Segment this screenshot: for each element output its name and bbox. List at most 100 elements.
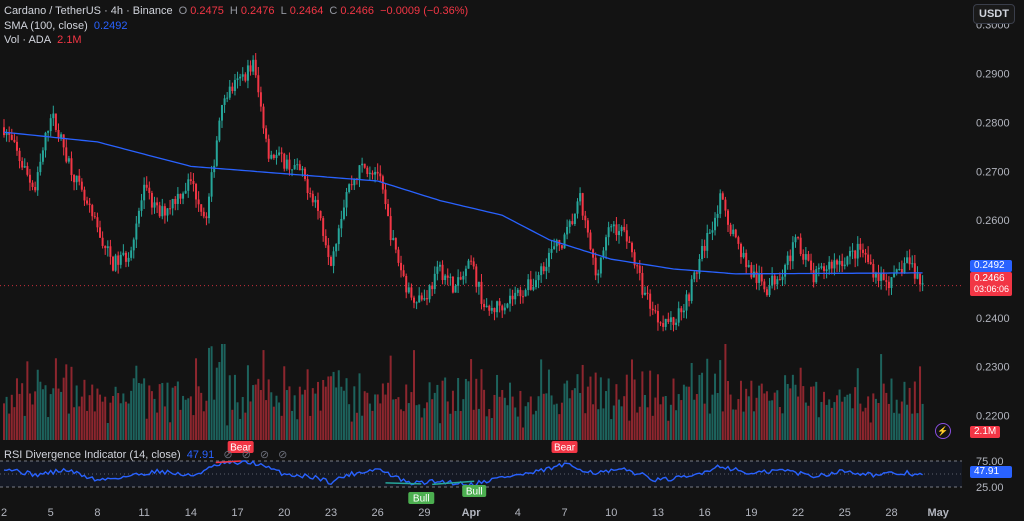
candle-body xyxy=(402,270,405,276)
volume-bar xyxy=(579,393,582,440)
candle-body xyxy=(599,257,602,274)
candle-body xyxy=(192,181,195,184)
chart-canvas[interactable]: 0.30000.29000.28000.27000.26000.24000.23… xyxy=(0,0,1024,521)
lightning-icon[interactable]: ⚡ xyxy=(935,423,951,439)
volume-bar xyxy=(688,386,691,440)
candle-body xyxy=(267,138,270,159)
volume-bar xyxy=(231,409,234,440)
candle-body xyxy=(496,301,499,313)
volume-bar xyxy=(919,366,922,440)
low-key: L xyxy=(280,5,287,17)
candle-body xyxy=(547,252,550,267)
volume-bar xyxy=(182,395,185,440)
volume-bar xyxy=(15,378,18,440)
volume-bar xyxy=(794,384,797,440)
volume-bar xyxy=(659,404,662,440)
candle-body xyxy=(527,279,530,291)
candle-body xyxy=(283,153,286,169)
candle-body xyxy=(519,289,522,297)
candle-body xyxy=(132,239,135,251)
candle-body xyxy=(667,318,670,322)
candle-body xyxy=(202,211,205,217)
volume-bar xyxy=(109,402,112,440)
volume-bar xyxy=(88,395,91,440)
volume-bar xyxy=(117,393,120,440)
candle-body xyxy=(522,296,524,298)
volume-bar xyxy=(441,380,444,440)
volume-bar xyxy=(877,403,880,440)
volume-bar xyxy=(366,392,369,440)
volume-bar xyxy=(446,401,449,440)
volume-bar xyxy=(547,369,550,440)
candle-body xyxy=(454,285,457,293)
candle-body xyxy=(10,134,13,140)
candle-body xyxy=(236,78,239,80)
volume-bar xyxy=(169,422,172,440)
candle-body xyxy=(470,260,473,262)
sma-legend[interactable]: SMA (100, close) 0.2492 xyxy=(4,20,130,32)
candle-body xyxy=(270,154,273,159)
volume-bar xyxy=(537,396,540,440)
candle-body xyxy=(716,213,719,218)
volume-bar xyxy=(643,394,646,440)
rsi-legend-value: 47.91 xyxy=(186,449,215,461)
volume-bar xyxy=(384,394,387,440)
candle-body xyxy=(436,266,439,274)
currency-button[interactable]: USDT xyxy=(973,4,1015,24)
candle-body xyxy=(835,260,838,265)
volume-bar xyxy=(524,406,527,440)
candle-body xyxy=(701,246,704,259)
volume-legend[interactable]: Vol · ADA 2.1M xyxy=(4,34,85,46)
candle-body xyxy=(690,279,693,301)
volume-bar xyxy=(908,387,911,440)
candle-body xyxy=(765,289,768,296)
candle-body xyxy=(150,192,153,208)
candle-body xyxy=(366,167,369,174)
volume-bar xyxy=(444,377,447,440)
volume-bar xyxy=(93,411,96,440)
candle-body xyxy=(156,202,159,206)
candle-body xyxy=(516,289,519,293)
candle-body xyxy=(784,264,787,277)
candle-body xyxy=(464,268,467,276)
candle-body xyxy=(358,165,361,180)
candle-body xyxy=(610,226,613,228)
candle-body xyxy=(337,228,340,245)
volume-bar xyxy=(200,392,203,440)
candle-body xyxy=(467,260,470,269)
volume-bar xyxy=(265,400,268,440)
volume-bar xyxy=(887,403,890,440)
candle-body xyxy=(36,172,39,191)
volume-bar xyxy=(607,378,610,440)
candle-body xyxy=(511,295,514,300)
volume-bar xyxy=(752,411,755,440)
candle-body xyxy=(374,171,377,175)
date-axis-label: 17 xyxy=(231,507,243,519)
rsi-legend-icons[interactable]: ⊘ ⊘ ⊘ ⊘ xyxy=(223,449,290,461)
volume-bar xyxy=(358,373,361,440)
candle-body xyxy=(828,261,831,270)
volume-bar xyxy=(293,395,296,440)
volume-bar xyxy=(669,404,672,440)
volume-bar xyxy=(218,362,221,440)
rsi-legend[interactable]: RSI Divergence Indicator (14, close) 47.… xyxy=(4,448,293,461)
candle-body xyxy=(309,192,312,194)
rsi-badge: 47.91 xyxy=(970,466,1012,478)
candle-body xyxy=(31,182,34,187)
candle-body xyxy=(545,266,548,272)
candle-body xyxy=(534,280,537,288)
candle-body xyxy=(672,317,675,325)
candle-body xyxy=(86,200,89,204)
volume-bar xyxy=(111,395,114,440)
volume-bar xyxy=(163,406,166,440)
candle-body xyxy=(137,210,140,224)
candle-body xyxy=(877,273,880,281)
volume-bar xyxy=(86,410,89,440)
volume-bar xyxy=(654,397,657,440)
volume-bar xyxy=(166,382,169,440)
candle-body xyxy=(127,257,130,262)
date-axis-label: 28 xyxy=(885,507,897,519)
volume-bar xyxy=(176,381,179,440)
volume-bar xyxy=(262,350,265,440)
volume-bar xyxy=(841,401,844,440)
